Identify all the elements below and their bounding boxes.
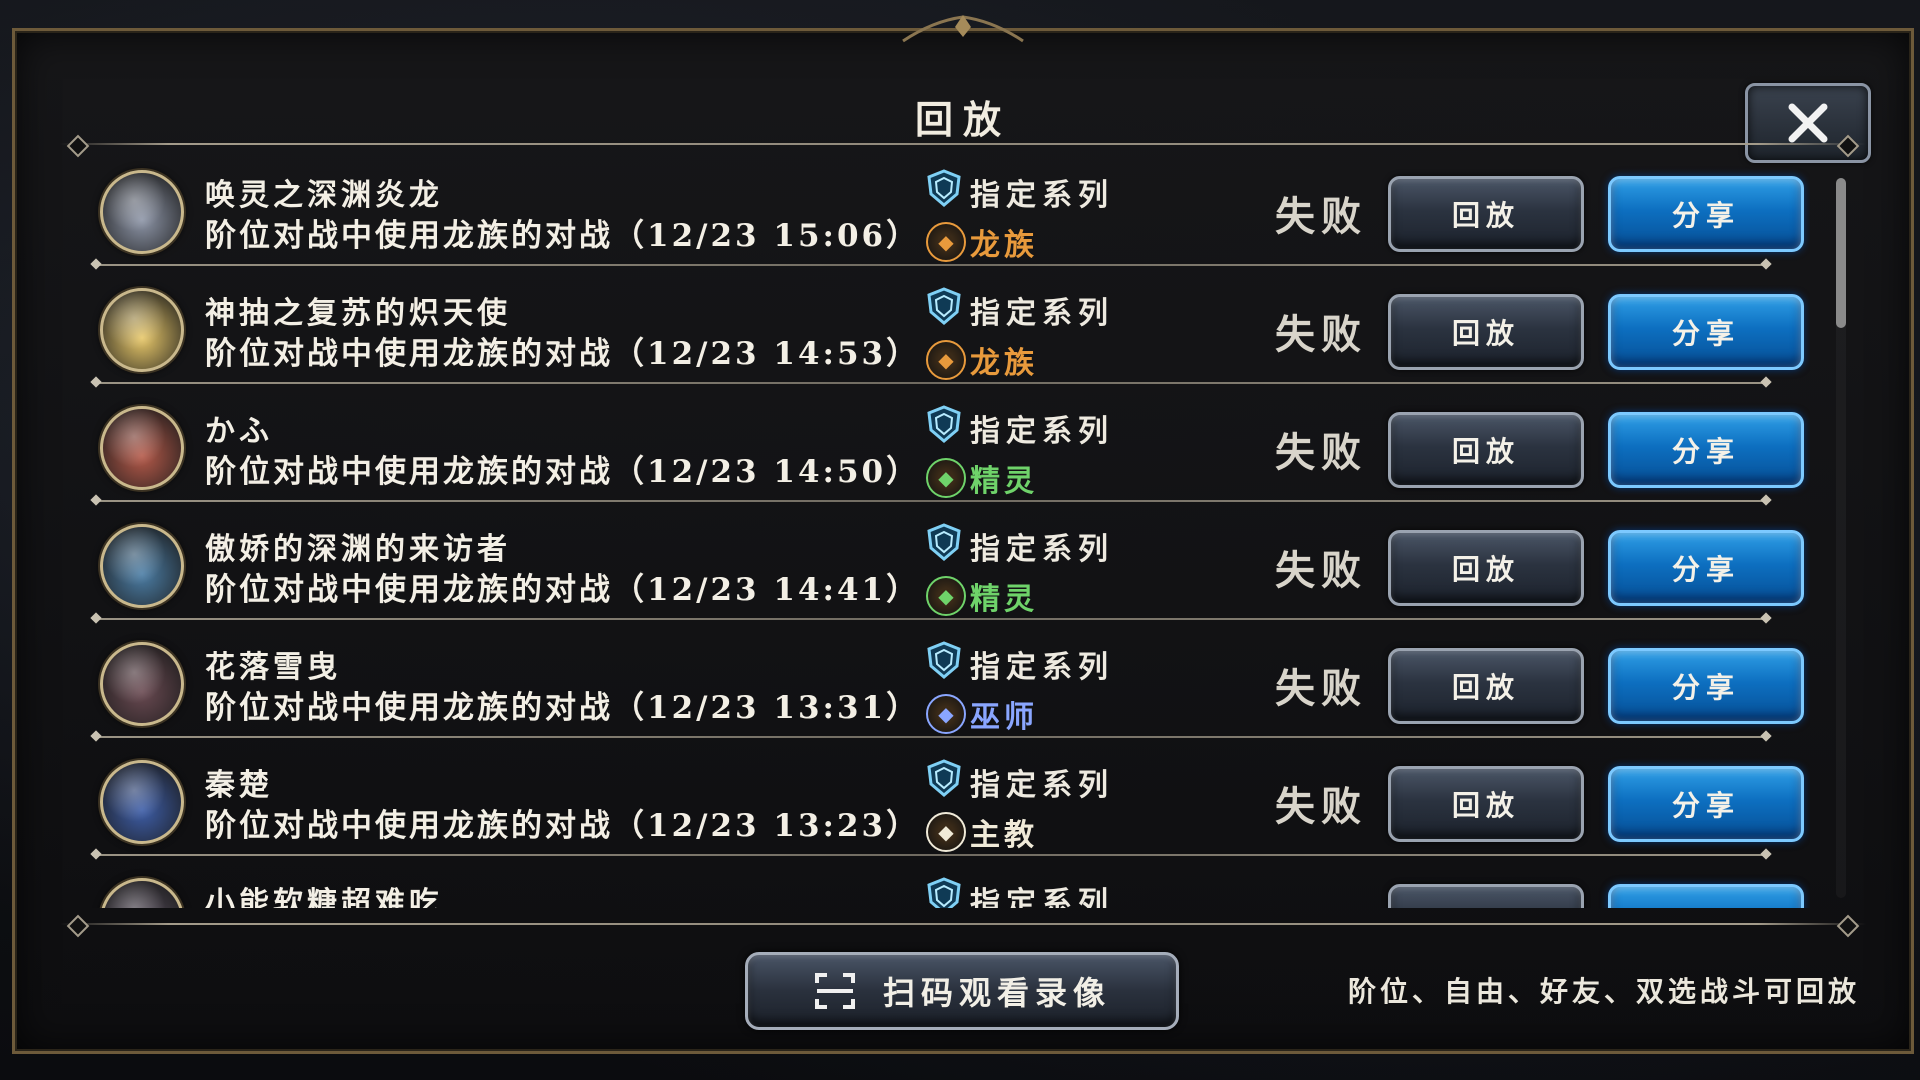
replay-button[interactable]: 回放: [1388, 766, 1584, 842]
match-description: 阶位对战中使用龙族的对战（12/23 14:41）: [205, 572, 921, 608]
replay-row: 小能软糖超难吃 指定系列 ◆: [80, 856, 1810, 908]
avatar: [100, 642, 184, 726]
match-description: 阶位对战中使用龙族的对战（12/23 14:53）: [205, 336, 921, 372]
ornament-icon: [902, 15, 1024, 43]
scrollbar-thumb[interactable]: [1836, 178, 1846, 328]
haven-class-icon: ◆: [926, 812, 966, 852]
replay-row: 秦楚 阶位对战中使用龙族的对战（12/23 13:23） 指定系列 ◆ 主教 失…: [80, 738, 1810, 856]
replay-button[interactable]: 回放: [1388, 294, 1584, 370]
format-label: 指定系列: [970, 178, 1114, 213]
match-result: 失败: [1275, 429, 1367, 476]
match-result: 失败: [1275, 665, 1367, 712]
replay-button[interactable]: 回放: [1388, 412, 1584, 488]
format-label: 指定系列: [970, 296, 1114, 331]
format-label: 指定系列: [970, 532, 1114, 567]
share-button[interactable]: 分享: [1608, 176, 1804, 252]
player-name: 神抽之复苏的炽天使: [205, 296, 511, 331]
replay-button[interactable]: 回放: [1388, 648, 1584, 724]
share-button[interactable]: 分享: [1608, 766, 1804, 842]
class-label: 巫师: [970, 700, 1038, 735]
match-description: 阶位对战中使用龙族的对战（12/23 15:06）: [205, 218, 921, 254]
replay-button[interactable]: 回放: [1388, 530, 1584, 606]
forest-class-icon: ◆: [926, 458, 966, 498]
header-divider: [60, 143, 1866, 145]
scrollbar[interactable]: [1836, 178, 1846, 898]
replay-button[interactable]: [1388, 884, 1584, 908]
player-name: 小能软糖超难吃: [205, 886, 443, 908]
dragon-class-icon: ◆: [926, 340, 966, 380]
avatar: [100, 406, 184, 490]
dialog-title: 回放: [914, 97, 1011, 142]
footer-divider: [60, 923, 1866, 925]
format-label: 指定系列: [970, 768, 1114, 803]
avatar: [100, 524, 184, 608]
scan-qr-button[interactable]: 扫码观看录像: [745, 952, 1179, 1030]
player-name: 花落雪曳: [205, 650, 341, 685]
class-label: 龙族: [970, 228, 1038, 263]
format-label: 指定系列: [970, 886, 1114, 908]
avatar: [100, 170, 184, 254]
scan-button-label: 扫码观看录像: [882, 974, 1111, 1012]
class-label: 精灵: [970, 582, 1038, 617]
match-description: 阶位对战中使用龙族的对战（12/23 13:23）: [205, 808, 921, 844]
scan-icon: [814, 973, 855, 1009]
match-description: 阶位对战中使用龙族的对战（12/23 14:50）: [205, 454, 921, 490]
format-label: 指定系列: [970, 414, 1114, 449]
replay-availability-note: 阶位、自由、好友、双选战斗可回放: [1347, 975, 1860, 1008]
replay-row: かふ 阶位对战中使用龙族的对战（12/23 14:50） 指定系列 ◆ 精灵 失…: [80, 384, 1810, 502]
format-shield-icon: [927, 759, 961, 797]
forest-class-icon: ◆: [926, 576, 966, 616]
player-name: 傲娇的深渊的来访者: [205, 532, 511, 567]
match-result: 失败: [1275, 311, 1367, 358]
share-button[interactable]: 分享: [1608, 648, 1804, 724]
format-shield-icon: [927, 523, 961, 561]
replay-row: 傲娇的深渊的来访者 阶位对战中使用龙族的对战（12/23 14:41） 指定系列…: [80, 502, 1810, 620]
match-result: 失败: [1275, 547, 1367, 594]
class-label: 龙族: [970, 346, 1038, 381]
match-description: 阶位对战中使用龙族的对战（12/23 13:31）: [205, 690, 921, 726]
format-shield-icon: [927, 287, 961, 325]
close-icon: [1788, 103, 1828, 143]
format-shield-icon: [927, 405, 961, 443]
class-label: 精灵: [970, 464, 1038, 499]
match-result: 失败: [1275, 193, 1367, 240]
share-button[interactable]: 分享: [1608, 412, 1804, 488]
share-button[interactable]: 分享: [1608, 530, 1804, 606]
replay-button[interactable]: 回放: [1388, 176, 1584, 252]
dragon-class-icon: ◆: [926, 222, 966, 262]
replay-row: 花落雪曳 阶位对战中使用龙族的对战（12/23 13:31） 指定系列 ◆ 巫师…: [80, 620, 1810, 738]
replay-row: 神抽之复苏的炽天使 阶位对战中使用龙族的对战（12/23 14:53） 指定系列…: [80, 266, 1810, 384]
avatar: [100, 288, 184, 372]
class-label: 主教: [970, 818, 1038, 853]
replay-list[interactable]: 唤灵之深渊炎龙 阶位对战中使用龙族的对战（12/23 15:06） 指定系列 ◆…: [80, 148, 1810, 908]
format-shield-icon: [927, 641, 961, 679]
avatar: [100, 760, 184, 844]
format-shield-icon: [927, 877, 961, 908]
avatar: [100, 878, 184, 908]
player-name: 秦楚: [205, 768, 273, 803]
replay-row: 唤灵之深渊炎龙 阶位对战中使用龙族的对战（12/23 15:06） 指定系列 ◆…: [80, 148, 1810, 266]
rune-class-icon: ◆: [926, 694, 966, 734]
player-name: 唤灵之深渊炎龙: [205, 178, 443, 213]
format-label: 指定系列: [970, 650, 1114, 685]
share-button[interactable]: 分享: [1608, 294, 1804, 370]
match-result: 失败: [1275, 783, 1367, 830]
share-button[interactable]: [1608, 884, 1804, 908]
player-name: かふ: [205, 414, 273, 449]
format-shield-icon: [927, 169, 961, 207]
